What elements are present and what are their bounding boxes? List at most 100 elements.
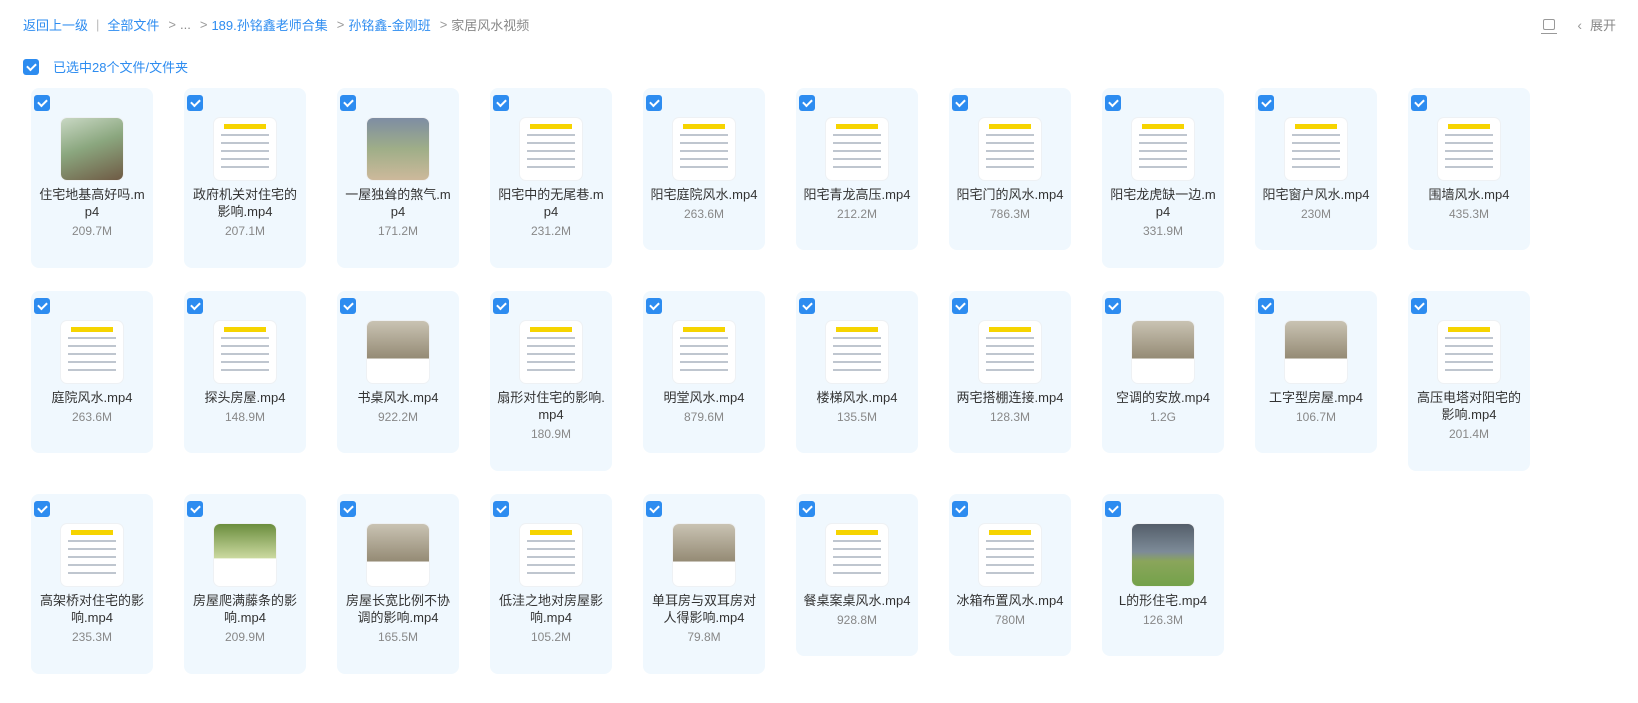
file-card[interactable]: 阳宅中的无尾巷.mp4 231.2M	[490, 88, 612, 268]
file-checkbox[interactable]	[187, 298, 203, 314]
file-checkbox[interactable]	[1411, 298, 1427, 314]
file-card[interactable]: 餐桌案桌风水.mp4 928.8M	[796, 494, 918, 656]
file-card[interactable]: 阳宅庭院风水.mp4 263.6M	[643, 88, 765, 250]
file-checkbox[interactable]	[34, 95, 50, 111]
file-name[interactable]: L的形住宅.mp4	[1108, 592, 1218, 609]
file-name[interactable]: 高架桥对住宅的影响.mp4	[37, 592, 147, 626]
file-card[interactable]: 阳宅窗户风水.mp4 230M	[1255, 88, 1377, 250]
back-link[interactable]: 返回上一级	[23, 15, 88, 34]
file-name[interactable]: 两宅搭棚连接.mp4	[955, 389, 1065, 406]
video-thumbnail	[214, 118, 276, 180]
file-name[interactable]: 一屋独耸的煞气.mp4	[343, 186, 453, 220]
file-name[interactable]: 阳宅门的风水.mp4	[955, 186, 1065, 203]
file-card[interactable]: 房屋爬满藤条的影响.mp4 209.9M	[184, 494, 306, 674]
file-checkbox[interactable]	[340, 298, 356, 314]
file-name[interactable]: 庭院风水.mp4	[37, 389, 147, 406]
file-card[interactable]: 探头房屋.mp4 148.9M	[184, 291, 306, 453]
file-checkbox[interactable]	[493, 298, 509, 314]
file-name[interactable]: 探头房屋.mp4	[190, 389, 300, 406]
file-card[interactable]: 单耳房与双耳房对人得影响.mp4 79.8M	[643, 494, 765, 674]
file-card[interactable]: 住宅地基高好吗.mp4 209.7M	[31, 88, 153, 268]
file-card[interactable]: 高架桥对住宅的影响.mp4 235.3M	[31, 494, 153, 674]
file-card[interactable]: 政府机关对住宅的影响.mp4 207.1M	[184, 88, 306, 268]
file-checkbox[interactable]	[34, 298, 50, 314]
thumbnail-text-line	[527, 572, 575, 574]
file-checkbox[interactable]	[799, 298, 815, 314]
file-name[interactable]: 空调的安放.mp4	[1108, 389, 1218, 406]
file-name[interactable]: 阳宅青龙高压.mp4	[802, 186, 912, 203]
file-checkbox[interactable]	[952, 501, 968, 517]
file-checkbox[interactable]	[187, 95, 203, 111]
file-name[interactable]: 阳宅窗户风水.mp4	[1261, 186, 1371, 203]
file-checkbox[interactable]	[34, 501, 50, 517]
file-checkbox[interactable]	[952, 95, 968, 111]
select-all-checkbox[interactable]	[23, 58, 39, 75]
file-checkbox[interactable]	[799, 501, 815, 517]
file-checkbox[interactable]	[952, 298, 968, 314]
file-card[interactable]: 明堂风水.mp4 879.6M	[643, 291, 765, 453]
thumbnail-text-line	[68, 540, 116, 542]
file-card[interactable]: 扇形对住宅的影响.mp4 180.9M	[490, 291, 612, 471]
thumbnail-text-line	[527, 345, 575, 347]
file-name[interactable]: 高压电塔对阳宅的影响.mp4	[1414, 389, 1524, 423]
file-checkbox[interactable]	[1105, 501, 1121, 517]
file-card[interactable]: 围墙风水.mp4 435.3M	[1408, 88, 1530, 250]
file-checkbox[interactable]	[187, 501, 203, 517]
breadcrumb-arrow-icon: >	[336, 17, 345, 32]
breadcrumb-item-class[interactable]: 孙铭鑫-金刚班	[348, 15, 430, 34]
file-name[interactable]: 住宅地基高好吗.mp4	[37, 186, 147, 220]
file-name[interactable]: 工字型房屋.mp4	[1261, 389, 1371, 406]
file-name[interactable]: 政府机关对住宅的影响.mp4	[190, 186, 300, 220]
file-checkbox[interactable]	[799, 95, 815, 111]
breadcrumb-separator: |	[96, 17, 100, 32]
file-name[interactable]: 阳宅庭院风水.mp4	[649, 186, 759, 203]
file-name[interactable]: 低洼之地对房屋影响.mp4	[496, 592, 606, 626]
file-name[interactable]: 房屋爬满藤条的影响.mp4	[190, 592, 300, 626]
file-card[interactable]: 两宅搭棚连接.mp4 128.3M	[949, 291, 1071, 453]
file-name[interactable]: 阳宅龙虎缺一边.mp4	[1108, 186, 1218, 220]
file-checkbox[interactable]	[646, 95, 662, 111]
file-name[interactable]: 餐桌案桌风水.mp4	[802, 592, 912, 609]
file-card[interactable]: 低洼之地对房屋影响.mp4 105.2M	[490, 494, 612, 674]
expand-button[interactable]: ‹ 展开	[1577, 15, 1616, 34]
breadcrumb-ellipsis[interactable]: ...	[180, 17, 191, 32]
file-checkbox[interactable]	[1105, 298, 1121, 314]
file-checkbox[interactable]	[646, 501, 662, 517]
file-card[interactable]: 房屋长宽比例不协调的影响.mp4 165.5M	[337, 494, 459, 674]
file-name[interactable]: 书桌风水.mp4	[343, 389, 453, 406]
file-checkbox[interactable]	[340, 95, 356, 111]
file-card[interactable]: L的形住宅.mp4 126.3M	[1102, 494, 1224, 656]
file-checkbox[interactable]	[493, 95, 509, 111]
list-view-icon[interactable]	[1541, 19, 1558, 34]
file-card[interactable]: 空调的安放.mp4 1.2G	[1102, 291, 1224, 453]
file-card[interactable]: 高压电塔对阳宅的影响.mp4 201.4M	[1408, 291, 1530, 471]
file-card[interactable]: 工字型房屋.mp4 106.7M	[1255, 291, 1377, 453]
file-checkbox[interactable]	[1258, 298, 1274, 314]
file-name[interactable]: 明堂风水.mp4	[649, 389, 759, 406]
thumbnail-text-line	[680, 158, 728, 160]
file-card[interactable]: 阳宅门的风水.mp4 786.3M	[949, 88, 1071, 250]
file-checkbox[interactable]	[1105, 95, 1121, 111]
file-size: 180.9M	[530, 427, 572, 441]
file-card[interactable]: 阳宅青龙高压.mp4 212.2M	[796, 88, 918, 250]
file-checkbox[interactable]	[340, 501, 356, 517]
file-card[interactable]: 庭院风水.mp4 263.6M	[31, 291, 153, 453]
file-name[interactable]: 楼梯风水.mp4	[802, 389, 912, 406]
file-name[interactable]: 围墙风水.mp4	[1414, 186, 1524, 203]
file-name[interactable]: 单耳房与双耳房对人得影响.mp4	[649, 592, 759, 626]
file-checkbox[interactable]	[1411, 95, 1427, 111]
file-checkbox[interactable]	[646, 298, 662, 314]
file-card[interactable]: 书桌风水.mp4 922.2M	[337, 291, 459, 453]
all-files-link[interactable]: 全部文件	[107, 15, 159, 34]
file-card[interactable]: 楼梯风水.mp4 135.5M	[796, 291, 918, 453]
file-card[interactable]: 一屋独耸的煞气.mp4 171.2M	[337, 88, 459, 268]
file-name[interactable]: 房屋长宽比例不协调的影响.mp4	[343, 592, 453, 626]
file-card[interactable]: 冰箱布置风水.mp4 780M	[949, 494, 1071, 656]
file-name[interactable]: 冰箱布置风水.mp4	[955, 592, 1065, 609]
file-checkbox[interactable]	[493, 501, 509, 517]
breadcrumb-item-collection[interactable]: 189.孙铭鑫老师合集	[211, 15, 327, 34]
file-checkbox[interactable]	[1258, 95, 1274, 111]
file-name[interactable]: 扇形对住宅的影响.mp4	[496, 389, 606, 423]
file-card[interactable]: 阳宅龙虎缺一边.mp4 331.9M	[1102, 88, 1224, 268]
file-name[interactable]: 阳宅中的无尾巷.mp4	[496, 186, 606, 220]
